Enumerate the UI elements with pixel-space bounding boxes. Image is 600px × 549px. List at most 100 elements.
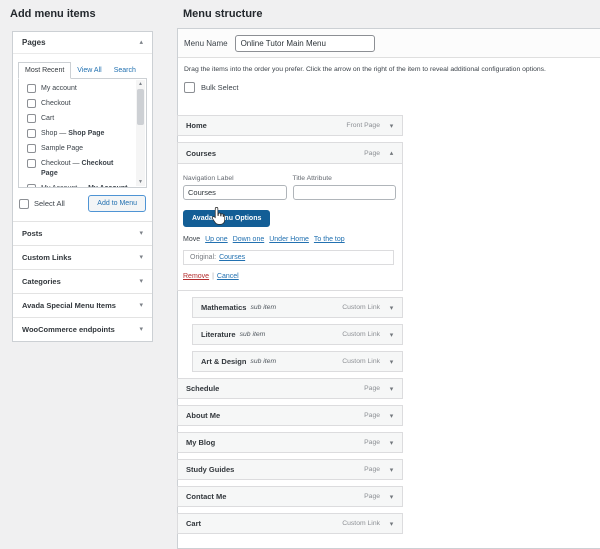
menu-item-type: Custom Link bbox=[342, 358, 380, 365]
pages-accordion-body: Most Recent View All Search My account C… bbox=[13, 54, 152, 221]
page-checkbox-row[interactable]: Checkout bbox=[27, 99, 132, 109]
page-label: My account bbox=[41, 85, 77, 92]
menu-item-home[interactable]: Home Front Page ▾ bbox=[177, 115, 403, 136]
menu-item-title: My Blog bbox=[186, 438, 216, 447]
page-state-label: Shop Page bbox=[68, 130, 105, 138]
sub-item-label: sub item bbox=[250, 358, 277, 365]
menu-item-contact-me[interactable]: Contact Me Page ▾ bbox=[177, 486, 403, 507]
bulk-select-label: Bulk Select bbox=[201, 83, 239, 92]
tab-most-recent[interactable]: Most Recent bbox=[18, 62, 72, 79]
menu-item-cart[interactable]: Cart Custom Link ▾ bbox=[177, 513, 403, 534]
menu-item-about-me[interactable]: About Me Page ▾ bbox=[177, 405, 403, 426]
page-checkbox-row[interactable]: My account bbox=[27, 84, 132, 93]
menu-items-list: Home Front Page ▾ Courses Page ▴ Navigat… bbox=[177, 115, 403, 540]
cancel-link[interactable]: Cancel bbox=[217, 273, 239, 280]
sidebar-section-woocommerce-endpoints[interactable]: WooCommerce endpoints ▾ bbox=[13, 317, 152, 341]
tab-view-all[interactable]: View All bbox=[71, 63, 107, 78]
menu-item-type: Page bbox=[364, 493, 380, 500]
remove-link[interactable]: Remove bbox=[183, 273, 209, 280]
chevron-up-icon[interactable]: ▴ bbox=[139, 39, 143, 46]
page-checkbox[interactable] bbox=[27, 114, 36, 124]
pages-tabs: Most Recent View All Search bbox=[18, 62, 147, 79]
move-to-top-link[interactable]: To the top bbox=[314, 236, 345, 243]
pages-checklist: My account Checkout Cart Shop — Shop Pag… bbox=[18, 78, 147, 188]
menu-item-title: Home bbox=[186, 121, 207, 130]
chevron-down-icon[interactable]: ▾ bbox=[388, 304, 395, 312]
chevron-down-icon[interactable]: ▾ bbox=[388, 439, 395, 447]
bulk-select-checkbox[interactable] bbox=[184, 82, 195, 93]
page-checkbox-row[interactable]: Shop — Shop Page bbox=[27, 129, 132, 139]
menu-item-courses[interactable]: Courses Page ▴ bbox=[178, 143, 402, 164]
title-attribute-label: Title Attribute bbox=[292, 175, 332, 182]
sidebar-section-custom-links[interactable]: Custom Links ▾ bbox=[13, 245, 152, 269]
menu-item-type: Custom Link bbox=[342, 331, 380, 338]
page-checkbox-row[interactable]: Sample Page bbox=[27, 144, 132, 154]
tab-search[interactable]: Search bbox=[108, 63, 142, 78]
menu-item-literature[interactable]: Literature sub item Custom Link ▾ bbox=[192, 324, 403, 345]
menu-item-type: Custom Link bbox=[342, 520, 380, 527]
menu-item-title: Mathematics bbox=[201, 303, 247, 312]
menu-item-title: About Me bbox=[186, 411, 221, 420]
chevron-down-icon[interactable]: ▾ bbox=[388, 358, 395, 366]
menu-item-mathematics[interactable]: Mathematics sub item Custom Link ▾ bbox=[192, 297, 403, 318]
sidebar-section-categories[interactable]: Categories ▾ bbox=[13, 269, 152, 293]
chevron-down-icon[interactable]: ▾ bbox=[388, 331, 395, 339]
section-label: WooCommerce endpoints bbox=[22, 325, 115, 334]
move-under-home-link[interactable]: Under Home bbox=[269, 236, 309, 243]
page-checkbox[interactable] bbox=[27, 129, 36, 139]
menu-item-title: Contact Me bbox=[186, 492, 227, 501]
move-down-one-link[interactable]: Down one bbox=[233, 236, 265, 243]
menu-item-type: Front Page bbox=[346, 122, 380, 129]
menu-item-art-design[interactable]: Art & Design sub item Custom Link ▾ bbox=[192, 351, 403, 372]
menu-name-input[interactable] bbox=[234, 34, 375, 52]
menu-item-type: Page bbox=[364, 439, 380, 446]
menu-item-my-blog[interactable]: My Blog Page ▾ bbox=[177, 432, 403, 453]
page-checkbox[interactable] bbox=[27, 183, 36, 187]
chevron-down-icon[interactable]: ▾ bbox=[388, 412, 395, 420]
scroll-down-icon[interactable]: ▼ bbox=[138, 178, 143, 186]
menu-item-title: Schedule bbox=[186, 384, 220, 393]
add-menu-items-heading: Add menu items bbox=[10, 8, 96, 20]
sub-item-label: sub item bbox=[250, 304, 277, 311]
page-label: Checkout bbox=[41, 100, 71, 108]
move-up-one-link[interactable]: Up one bbox=[205, 236, 228, 243]
page-checkbox-row[interactable]: Cart bbox=[27, 114, 132, 124]
menu-item-schedule[interactable]: Schedule Page ▾ bbox=[177, 378, 403, 399]
menu-structure-heading: Menu structure bbox=[183, 8, 263, 20]
chevron-down-icon[interactable]: ▾ bbox=[388, 122, 395, 130]
sidebar-section-posts[interactable]: Posts ▾ bbox=[13, 221, 152, 245]
chevron-down-icon: ▾ bbox=[139, 254, 143, 261]
page-checkbox[interactable] bbox=[27, 84, 36, 93]
section-label: Categories bbox=[22, 277, 61, 286]
scroll-up-icon[interactable]: ▲ bbox=[138, 80, 143, 88]
separator: | bbox=[212, 273, 214, 280]
navigation-label-input[interactable] bbox=[183, 185, 287, 200]
chevron-down-icon[interactable]: ▾ bbox=[388, 385, 395, 393]
section-label: Custom Links bbox=[22, 253, 72, 262]
page-checkbox-row[interactable]: Checkout — Checkout Page bbox=[27, 159, 132, 177]
section-label: Posts bbox=[22, 229, 43, 238]
chevron-down-icon[interactable]: ▾ bbox=[388, 493, 395, 501]
scrollbar[interactable]: ▲ ▼ bbox=[136, 80, 145, 186]
page-checkbox-row[interactable]: My Account — My AccountPage bbox=[27, 183, 132, 187]
select-all-row: Select All Add to Menu bbox=[18, 195, 147, 212]
remove-cancel-row: Remove | Cancel bbox=[183, 273, 396, 280]
chevron-down-icon[interactable]: ▾ bbox=[388, 466, 395, 474]
chevron-down-icon[interactable]: ▾ bbox=[388, 520, 395, 528]
page-checkbox[interactable] bbox=[27, 159, 36, 169]
menu-item-study-guides[interactable]: Study Guides Page ▾ bbox=[177, 459, 403, 480]
pages-accordion-header[interactable]: Pages ▴ bbox=[13, 32, 152, 54]
pages-accordion-label: Pages bbox=[22, 38, 46, 47]
sidebar-section-avada-special-menu-items[interactable]: Avada Special Menu Items ▾ bbox=[13, 293, 152, 317]
chevron-up-icon[interactable]: ▴ bbox=[388, 149, 395, 157]
original-courses-link[interactable]: Courses bbox=[219, 254, 245, 261]
menu-item-title: Literature bbox=[201, 330, 236, 339]
page-label: Checkout — bbox=[41, 160, 82, 168]
page-checkbox[interactable] bbox=[27, 144, 36, 154]
add-to-menu-button[interactable]: Add to Menu bbox=[88, 195, 146, 212]
page-checkbox[interactable] bbox=[27, 99, 36, 109]
scrollbar-thumb[interactable] bbox=[137, 89, 144, 125]
avada-menu-options-button[interactable]: Avada Menu Options bbox=[183, 210, 271, 227]
select-all-checkbox[interactable] bbox=[19, 198, 29, 209]
title-attribute-input[interactable] bbox=[292, 185, 396, 200]
